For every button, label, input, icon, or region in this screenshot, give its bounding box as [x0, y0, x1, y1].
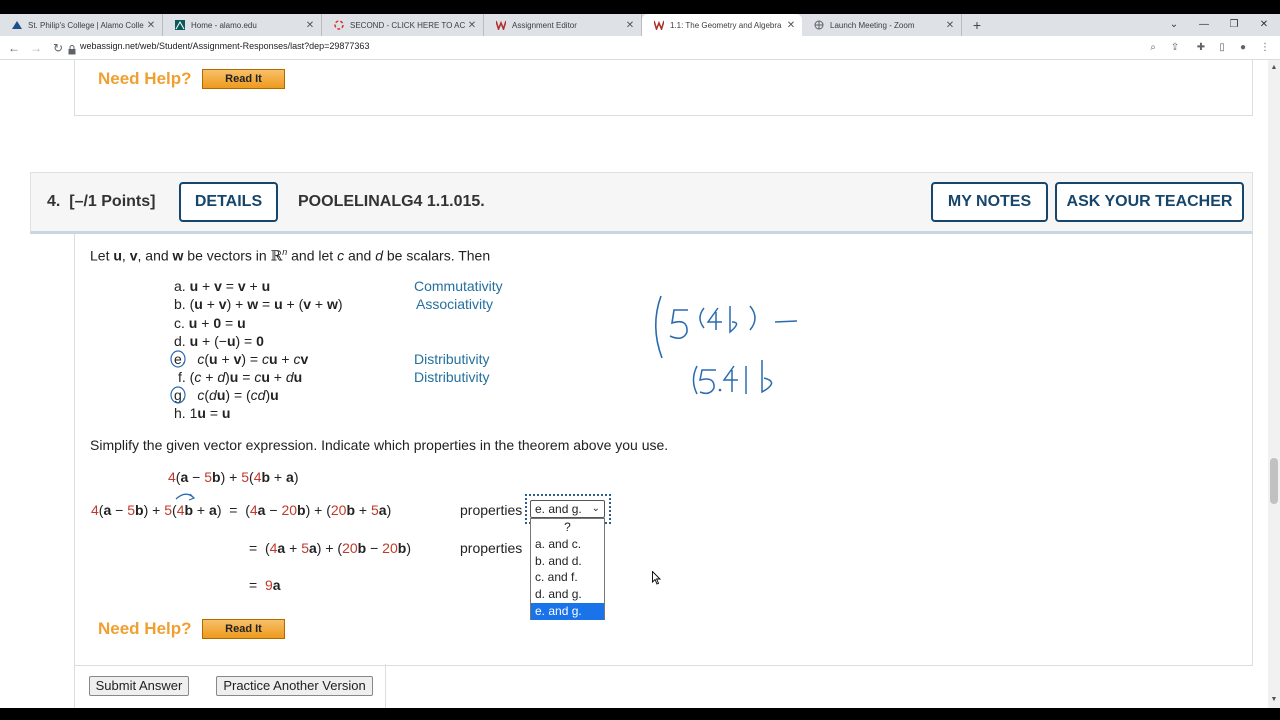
globe-icon: [814, 20, 824, 30]
tab-label: Home - alamo.edu: [191, 20, 257, 30]
page-content: Need Help? Read It 4. [–/1 Points] DETAI…: [0, 60, 1268, 708]
dropdown-option[interactable]: b. and d.: [531, 553, 604, 570]
url-text[interactable]: webassign.net/web/Student/Assignment-Res…: [80, 41, 369, 51]
dropdown-option[interactable]: a. and c.: [531, 536, 604, 553]
forward-icon[interactable]: →: [28, 40, 44, 56]
tab-label: St. Philip's College | Alamo Colle: [28, 20, 144, 30]
share-icon[interactable]: ⇪: [1168, 41, 1182, 55]
dropdown-option[interactable]: ?: [531, 519, 604, 536]
scroll-up-icon[interactable]: ▲: [1270, 64, 1278, 72]
browser-tab-6[interactable]: Launch Meeting - Zoom ✕: [802, 14, 962, 36]
tab-label: SECOND - CLICK HERE TO ACCES: [350, 20, 465, 30]
college-icon: [12, 20, 22, 30]
restore-icon[interactable]: ❐: [1226, 14, 1242, 36]
close-icon[interactable]: ✕: [943, 20, 957, 31]
mouse-cursor-icon: [652, 571, 662, 585]
browser-tab-2[interactable]: Home - alamo.edu ✕: [163, 14, 322, 36]
close-icon[interactable]: ✕: [623, 20, 637, 31]
alamo-icon: [175, 20, 185, 30]
practice-another-version-button[interactable]: Practice Another Version: [216, 676, 373, 696]
ink-annotations: [170, 295, 798, 501]
webassign-icon: [653, 20, 665, 32]
page-scrollbar[interactable]: ▲ ▼: [1268, 60, 1280, 708]
close-window-icon[interactable]: ✕: [1256, 14, 1272, 36]
new-tab-button[interactable]: +: [970, 14, 984, 36]
tab-label: Launch Meeting - Zoom: [830, 20, 915, 30]
reload-icon[interactable]: ↻: [50, 40, 66, 56]
need-help-label: Need Help?: [98, 619, 192, 638]
address-bar: ← → ↻ webassign.net/web/Student/Assignme…: [0, 36, 1280, 60]
browser-tab-1[interactable]: St. Philip's College | Alamo Colle ✕: [0, 14, 163, 36]
browser-tab-5[interactable]: 1.1: The Geometry and Algebra o ✕: [642, 14, 802, 36]
properties-select[interactable]: e. and g. ⌄: [530, 500, 605, 518]
profile-icon[interactable]: ●: [1236, 41, 1250, 55]
zoom-icon[interactable]: ⌕: [1146, 41, 1160, 55]
dropdown-option-selected[interactable]: e. and g.: [531, 602, 604, 620]
lock-icon: [68, 42, 76, 55]
extensions-icon[interactable]: ✚: [1194, 41, 1208, 55]
submit-answer-button[interactable]: Submit Answer: [89, 676, 189, 696]
dropdown-option[interactable]: d. and g.: [531, 586, 604, 603]
sidepanel-icon[interactable]: ▯: [1215, 41, 1229, 55]
back-icon[interactable]: ←: [6, 40, 22, 56]
window-bottom-edge: [0, 708, 1280, 720]
close-icon[interactable]: ✕: [144, 20, 158, 31]
close-icon[interactable]: ✕: [784, 20, 798, 31]
scrollbar-thumb[interactable]: [1270, 458, 1278, 504]
chevron-down-icon: ⌄: [591, 503, 600, 514]
window-top-edge: [0, 0, 1280, 14]
tab-strip: St. Philip's College | Alamo Colle ✕ Hom…: [0, 14, 1280, 36]
loading-icon: [334, 20, 344, 30]
tab-label: 1.1: The Geometry and Algebra o: [670, 20, 784, 30]
dropdown-option[interactable]: c. and f.: [531, 569, 604, 586]
menu-icon[interactable]: ⋮: [1258, 41, 1272, 55]
read-it-button[interactable]: Read It: [202, 619, 285, 639]
properties-dropdown-list: ? a. and c. b. and d. c. and f. d. and g…: [530, 518, 605, 620]
close-icon[interactable]: ✕: [303, 20, 317, 31]
scroll-down-icon[interactable]: ▼: [1270, 696, 1278, 704]
browser-tab-3[interactable]: SECOND - CLICK HERE TO ACCES ✕: [322, 14, 484, 36]
webassign-icon: [495, 20, 507, 32]
close-icon[interactable]: ✕: [465, 20, 479, 31]
chevron-down-icon[interactable]: ⌄: [1166, 14, 1182, 36]
browser-tab-4[interactable]: Assignment Editor ✕: [484, 14, 642, 36]
minimize-icon[interactable]: —: [1196, 14, 1212, 36]
tab-label: Assignment Editor: [512, 20, 577, 30]
